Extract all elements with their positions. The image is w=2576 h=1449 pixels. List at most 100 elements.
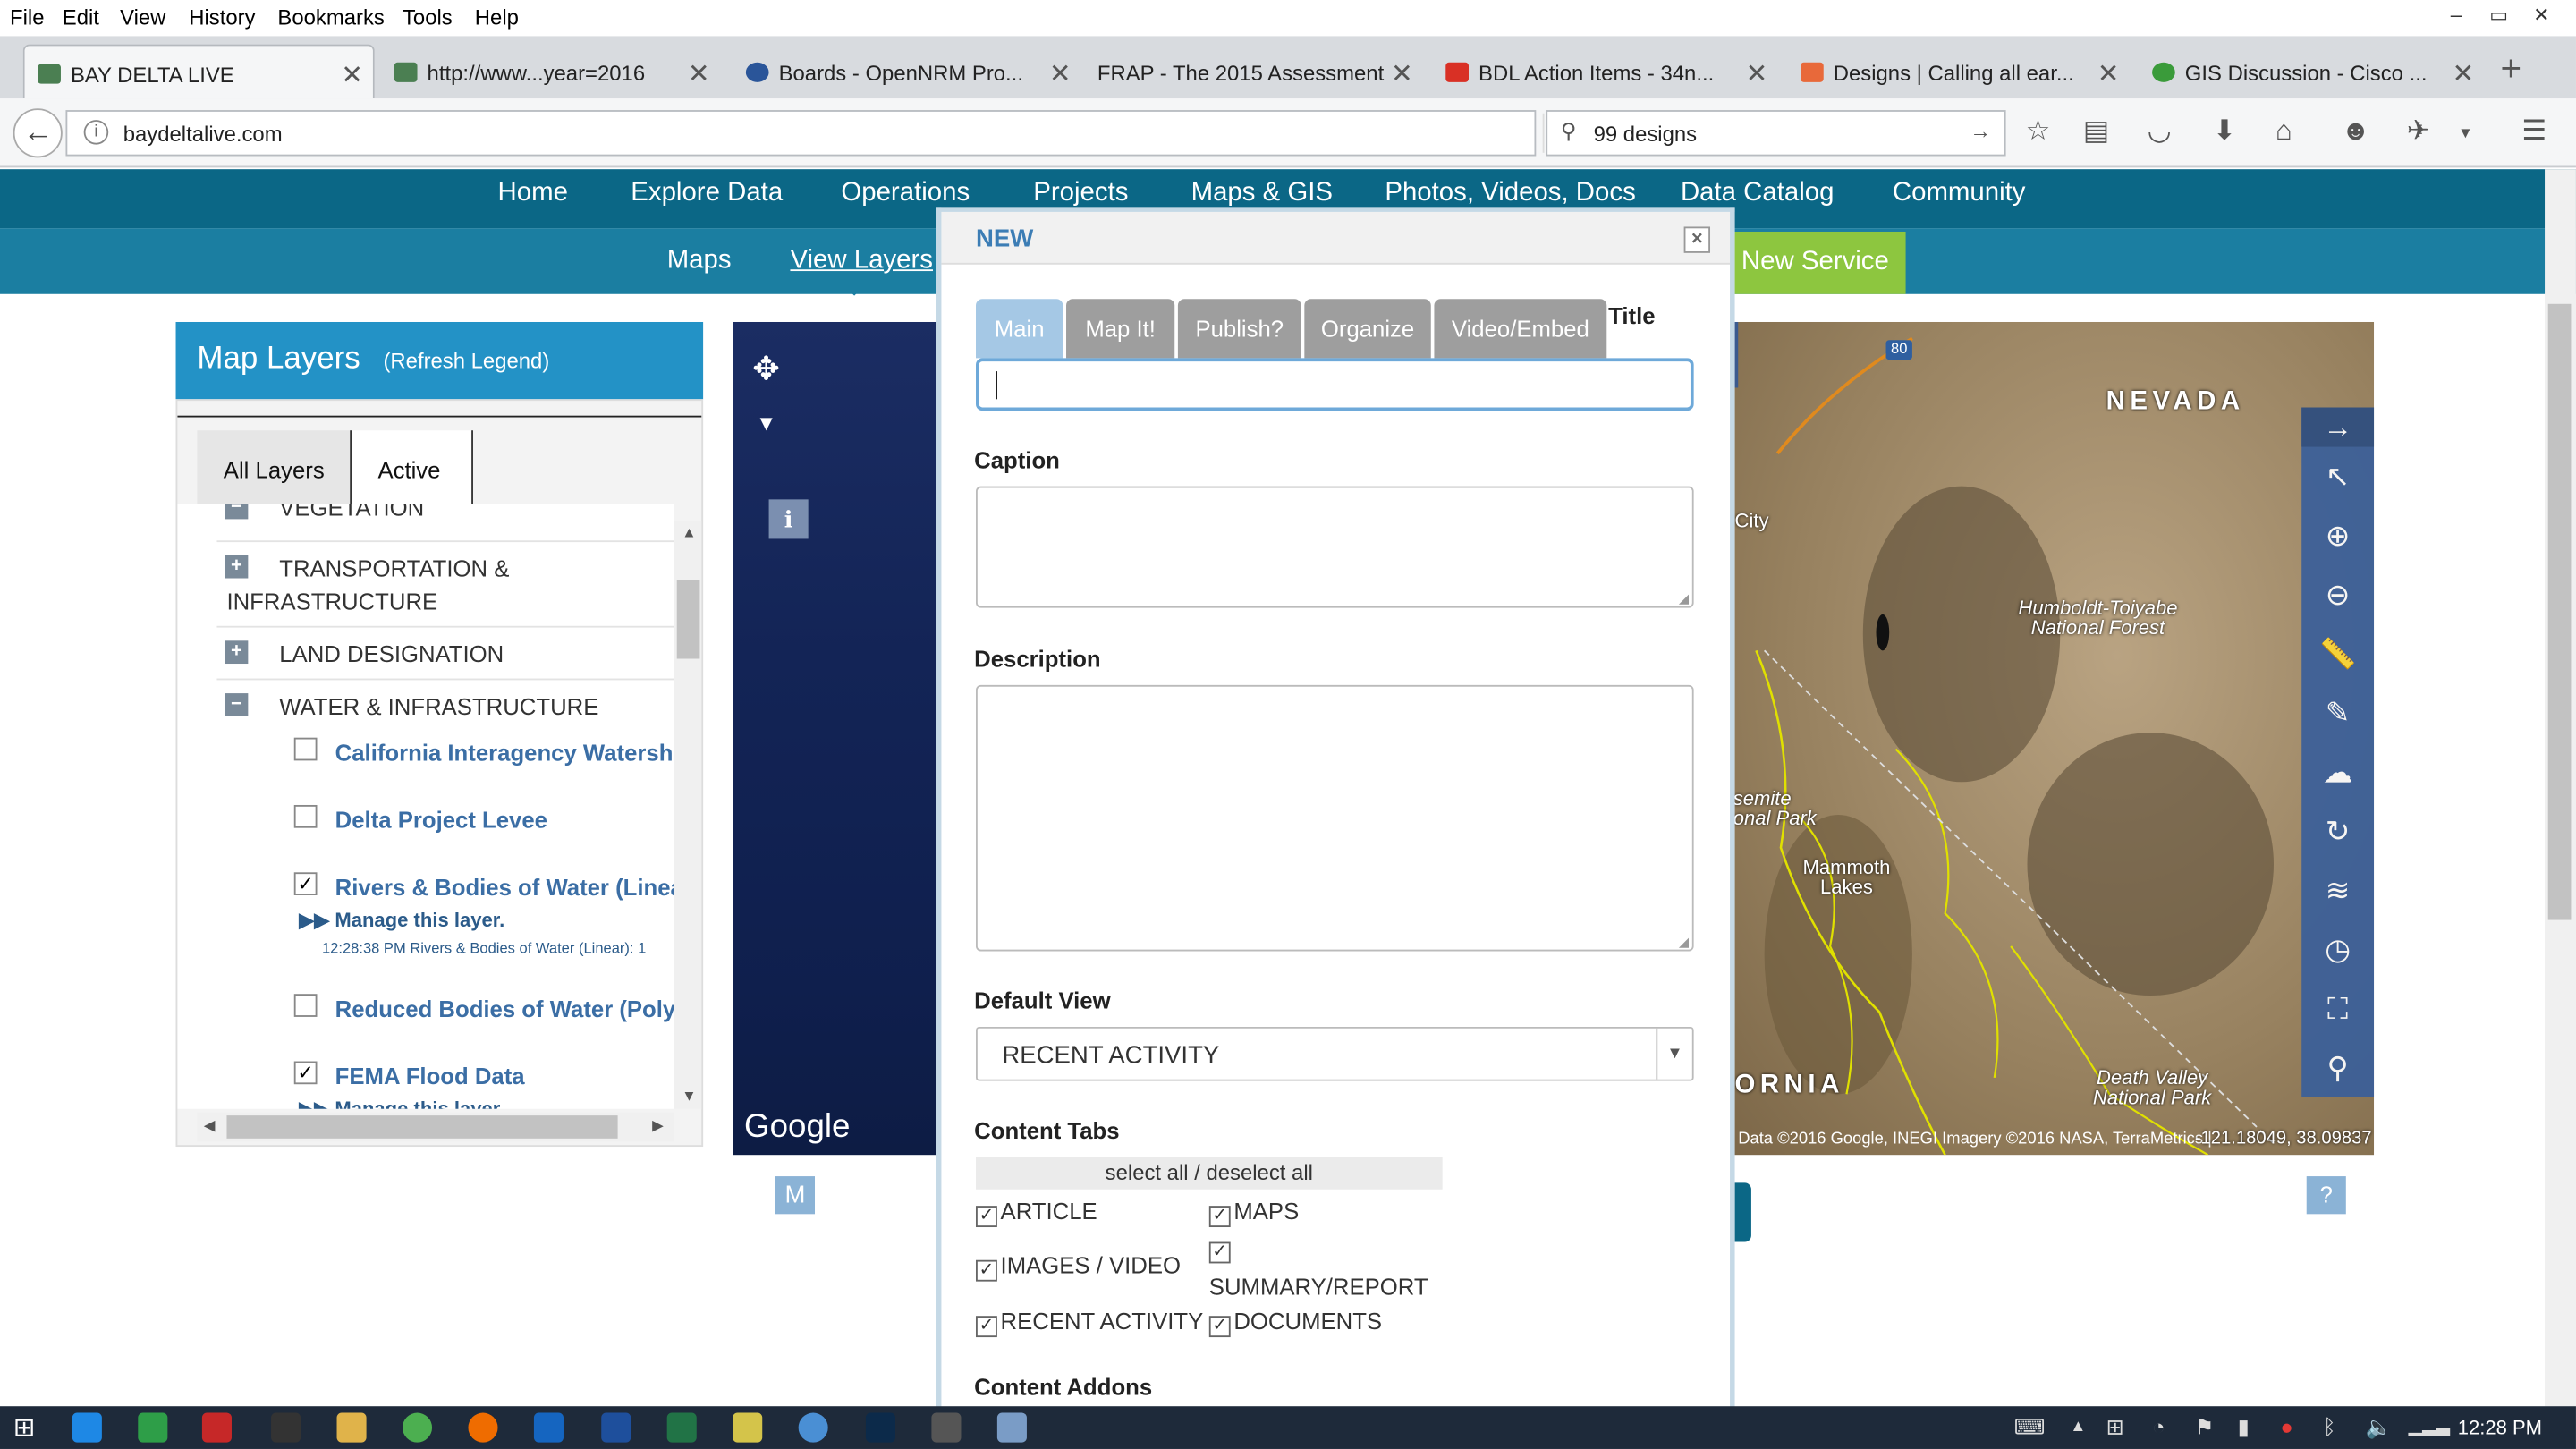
tab-publish[interactable]: Publish? <box>1177 299 1301 359</box>
layer-checkbox[interactable]: ✓ <box>293 872 318 896</box>
globe-app-icon[interactable] <box>798 1412 828 1443</box>
qgis-icon[interactable] <box>733 1412 763 1443</box>
group-land-designation[interactable]: + LAND DESIGNATION <box>225 638 670 671</box>
pencil-icon[interactable]: ✎ <box>2301 683 2374 742</box>
clock-icon[interactable]: ◷ <box>2301 920 2374 979</box>
fullscreen-icon[interactable]: ⛶ <box>2301 979 2374 1038</box>
chat-icon[interactable]: ☻ <box>2341 115 2370 148</box>
wifi-signal-icon[interactable]: ▁▂▃ <box>2409 1414 2451 1436</box>
tab-main[interactable]: Main <box>975 299 1063 359</box>
outlook-icon[interactable] <box>533 1412 564 1443</box>
page-scrollbar[interactable] <box>2545 169 2576 1407</box>
app-icon[interactable] <box>996 1412 1027 1443</box>
tray-app-icon[interactable]: ◔ <box>2152 1414 2165 1439</box>
group-vegetation[interactable]: − VEGETATION <box>225 504 670 524</box>
collapse-icon[interactable]: − <box>225 692 249 716</box>
new-service-button[interactable]: New Service <box>1733 231 1906 294</box>
scroll-left-icon[interactable]: ◀ <box>204 1117 216 1135</box>
check-article[interactable]: ✓ ARTICLE <box>975 1198 1097 1228</box>
go-arrow-icon[interactable]: → <box>1970 118 1991 143</box>
word-icon[interactable] <box>601 1412 631 1443</box>
chevron-down-icon[interactable]: ▼ <box>1656 1028 1691 1080</box>
acrobat-icon[interactable] <box>201 1412 232 1443</box>
layer-tree-hscrollbar[interactable]: ◀ ▶ <box>197 1112 674 1142</box>
layer-checkbox[interactable] <box>293 737 318 761</box>
home-icon[interactable]: ⌂ <box>2275 115 2292 148</box>
page-scrollbar-thumb[interactable] <box>2547 303 2572 920</box>
scroll-right-icon[interactable]: ▶ <box>652 1117 664 1135</box>
menu-bookmarks[interactable]: Bookmarks <box>277 5 384 30</box>
refresh-legend-link[interactable]: (Refresh Legend) <box>383 348 549 373</box>
pointer-icon[interactable]: ↖ <box>2301 447 2374 506</box>
select-all-toggle[interactable]: select all / deselect all <box>975 1157 1443 1190</box>
description-textarea[interactable]: ◢ <box>975 684 1694 952</box>
subnav-view-layers[interactable]: View Layers <box>790 247 933 276</box>
layer-checkbox[interactable] <box>293 994 318 1017</box>
layer-rivers-bodies-of-water[interactable]: Rivers & Bodies of Water (Linear <box>335 874 674 900</box>
close-tab-icon[interactable]: ✕ <box>2097 57 2120 90</box>
caption-textarea[interactable]: ◢ <box>975 486 1694 608</box>
scroll-down-icon[interactable]: ▼ <box>682 1088 696 1104</box>
expand-icon[interactable]: + <box>225 555 249 579</box>
extension-icon[interactable]: ✈ <box>2407 115 2430 148</box>
windows-start-icon[interactable]: ⊞ <box>13 1411 36 1445</box>
checkbox[interactable]: ✓ <box>1208 1206 1231 1228</box>
dropdown-icon[interactable]: ▾ <box>2461 122 2470 143</box>
battery-icon[interactable]: ▮ <box>2238 1414 2250 1440</box>
resize-handle-icon[interactable]: ◢ <box>1679 591 1689 606</box>
menu-view[interactable]: View <box>120 5 165 30</box>
close-tab-icon[interactable]: ✕ <box>1746 57 1768 90</box>
layer-delta-project-levee[interactable]: Delta Project Levee <box>335 807 547 833</box>
checkbox[interactable]: ✓ <box>975 1259 997 1282</box>
menu-history[interactable]: History <box>189 5 255 30</box>
m-button[interactable]: M <box>775 1176 816 1215</box>
minimize-icon[interactable]: – <box>2435 4 2478 27</box>
tab-year-2016[interactable]: http://www...year=2016 ✕ <box>381 45 719 99</box>
nav-home[interactable]: Home <box>498 179 568 208</box>
excel-icon[interactable] <box>666 1412 697 1443</box>
expand-icon[interactable]: + <box>225 640 249 665</box>
layer-fema-flood-data[interactable]: FEMA Flood Data <box>335 1063 525 1089</box>
info-tool-icon[interactable]: ℹ <box>768 499 809 539</box>
flag-icon[interactable]: ⚑ <box>2195 1414 2214 1440</box>
nav-photos-videos-docs[interactable]: Photos, Videos, Docs <box>1385 179 1635 208</box>
title-input[interactable] <box>975 358 1694 411</box>
tab-frap[interactable]: FRAP - The 2015 Assessment ✕ <box>1051 45 1422 99</box>
manage-layer-link[interactable]: ▶▶ Manage this layer. <box>299 909 504 932</box>
check-maps[interactable]: ✓ MAPS <box>1208 1198 1299 1228</box>
search-map-icon[interactable]: ⚲ <box>2301 1038 2374 1097</box>
menu-tools[interactable]: Tools <box>402 5 453 30</box>
close-tab-icon[interactable]: ✕ <box>688 57 710 90</box>
bluetooth-icon[interactable]: ᛒ <box>2323 1414 2335 1439</box>
ie-icon[interactable] <box>72 1412 102 1443</box>
arrow-right-icon[interactable]: → <box>2301 407 2375 447</box>
tab-bay-delta-live[interactable]: BAY DELTA LIVE ✕ <box>22 44 375 99</box>
firefox-icon[interactable] <box>468 1412 498 1443</box>
hamburger-menu-icon[interactable]: ☰ <box>2521 115 2546 148</box>
nav-projects[interactable]: Projects <box>1033 179 1128 208</box>
download-icon[interactable]: ⬇ <box>2213 115 2236 148</box>
back-button[interactable]: ← <box>13 108 63 158</box>
volume-icon[interactable]: 🔈 <box>2366 1414 2393 1440</box>
help-button[interactable]: ? <box>2306 1176 2346 1215</box>
scroll-up-icon[interactable]: ▲ <box>682 524 696 540</box>
tab-bdl-action-items[interactable]: BDL Action Items - 34n... ✕ <box>1433 45 1778 99</box>
check-recent-activity[interactable]: ✓ RECENT ACTIVITY <box>975 1308 1203 1338</box>
keyboard-icon[interactable]: ⌨ <box>2014 1414 2045 1440</box>
taskbar-clock[interactable]: 12:28 PM <box>2458 1416 2542 1439</box>
close-window-icon[interactable]: ✕ <box>2520 4 2563 27</box>
pocket-icon[interactable]: ◡ <box>2148 115 2172 148</box>
check-images-video[interactable]: ✓ IMAGES / VIDEO <box>975 1252 1181 1282</box>
tab-organize[interactable]: Organize <box>1304 299 1431 359</box>
collapse-icon[interactable]: − <box>225 504 249 520</box>
close-tab-icon[interactable]: ✕ <box>1391 57 1413 90</box>
ruler-icon[interactable]: 📏 <box>2301 624 2374 683</box>
check-documents[interactable]: ✓ DOCUMENTS <box>1208 1308 1382 1338</box>
nav-maps-gis[interactable]: Maps & GIS <box>1191 179 1333 208</box>
default-view-select[interactable]: RECENT ACTIVITY ▼ <box>975 1026 1694 1081</box>
tab-video-embed[interactable]: Video/Embed <box>1434 299 1607 359</box>
tray-app-icon[interactable]: ● <box>2280 1414 2292 1439</box>
nav-explore-data[interactable]: Explore Data <box>631 179 783 208</box>
menu-file[interactable]: File <box>10 5 44 30</box>
tab-boards[interactable]: Boards - OpenNRM Pro... ✕ <box>733 45 1080 99</box>
